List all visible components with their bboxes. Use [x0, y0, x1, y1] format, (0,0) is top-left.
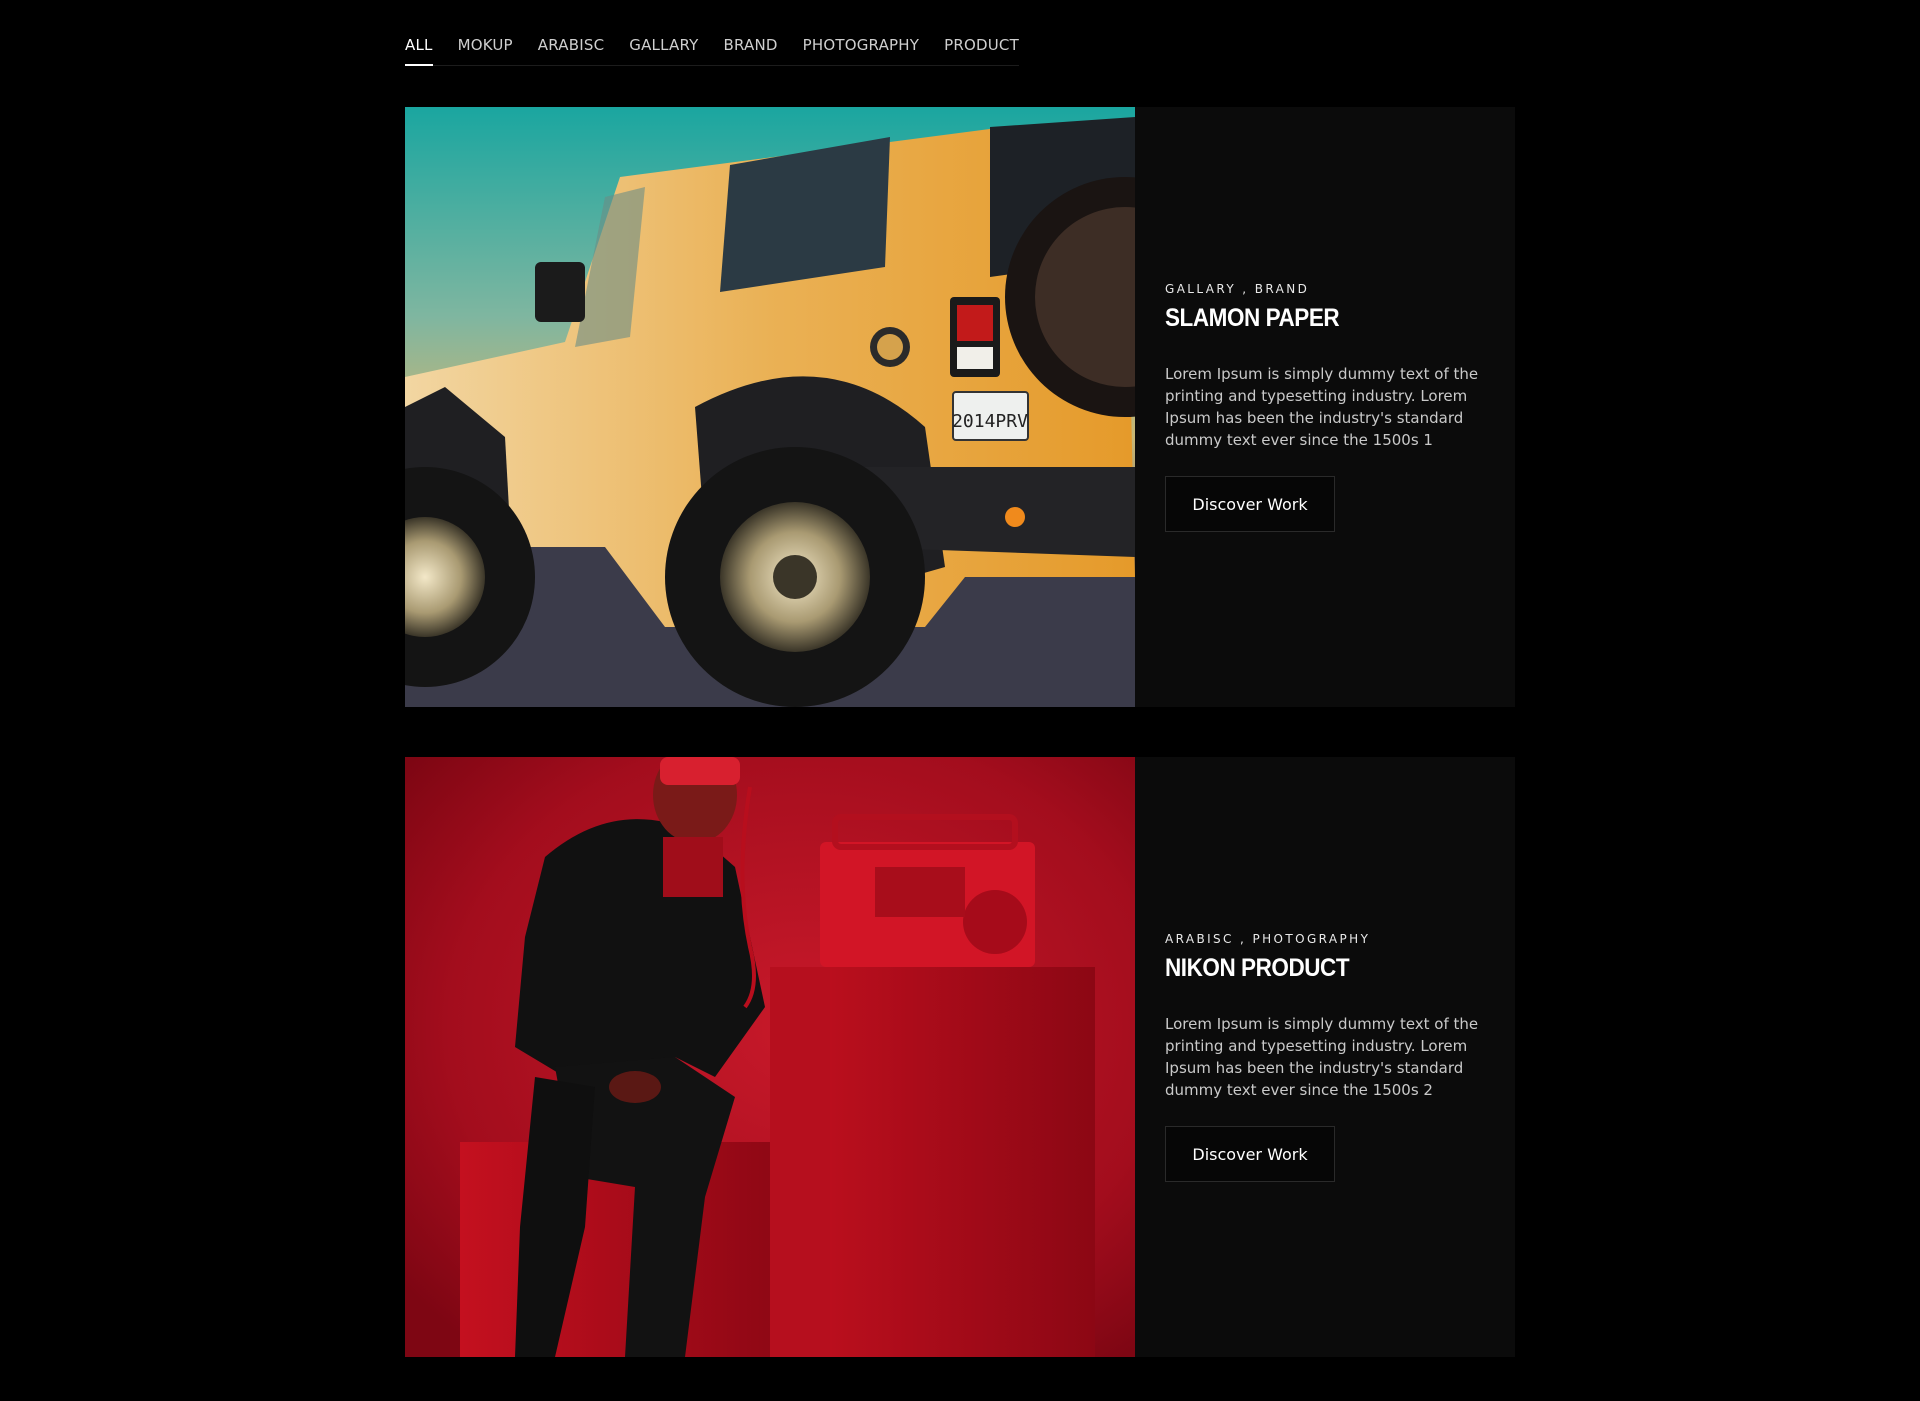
license-plate-text: 2014PRV: [952, 411, 1028, 432]
red-portrait-photo: [405, 757, 1135, 1357]
portfolio-filter-nav: ALL MOKUP ARABISC GALLARY BRAND PHOTOGRA…: [405, 34, 1019, 66]
filter-brand[interactable]: BRAND: [723, 34, 777, 56]
project-image-jeep[interactable]: 2014PRV: [405, 107, 1135, 707]
filter-product[interactable]: PRODUCT: [944, 34, 1019, 56]
project-title[interactable]: SLAMON PAPER: [1165, 304, 1471, 333]
project-title[interactable]: NIKON PRODUCT: [1165, 954, 1471, 983]
project-description: Lorem Ipsum is simply dummy text of the …: [1165, 1015, 1479, 1099]
filter-mokup[interactable]: MOKUP: [458, 34, 513, 56]
project-card-slamon-paper: 2014PRV GALLARY , BRAND SLAMON PAPER Lor…: [405, 107, 1515, 707]
filter-gallary[interactable]: GALLARY: [629, 34, 698, 56]
project-card-nikon-product: ARABISC , PHOTOGRAPHY NIKON PRODUCT Lore…: [405, 757, 1515, 1357]
project-image-red-boombox[interactable]: [405, 757, 1135, 1357]
project-description: Lorem Ipsum is simply dummy text of the …: [1165, 365, 1479, 449]
jeep-photo: 2014PRV: [405, 107, 1135, 707]
filter-all[interactable]: ALL: [405, 34, 433, 66]
project-tags[interactable]: ARABISC , PHOTOGRAPHY: [1165, 932, 1505, 946]
project-details: ARABISC , PHOTOGRAPHY NIKON PRODUCT Lore…: [1165, 757, 1505, 1357]
discover-work-button[interactable]: Discover Work: [1165, 1126, 1335, 1182]
filter-arabisc[interactable]: ARABISC: [538, 34, 604, 56]
project-tags[interactable]: GALLARY , BRAND: [1165, 282, 1505, 296]
filter-photography[interactable]: PHOTOGRAPHY: [803, 34, 920, 56]
project-details: GALLARY , BRAND SLAMON PAPER Lorem Ipsum…: [1165, 107, 1505, 707]
discover-work-button[interactable]: Discover Work: [1165, 476, 1335, 532]
